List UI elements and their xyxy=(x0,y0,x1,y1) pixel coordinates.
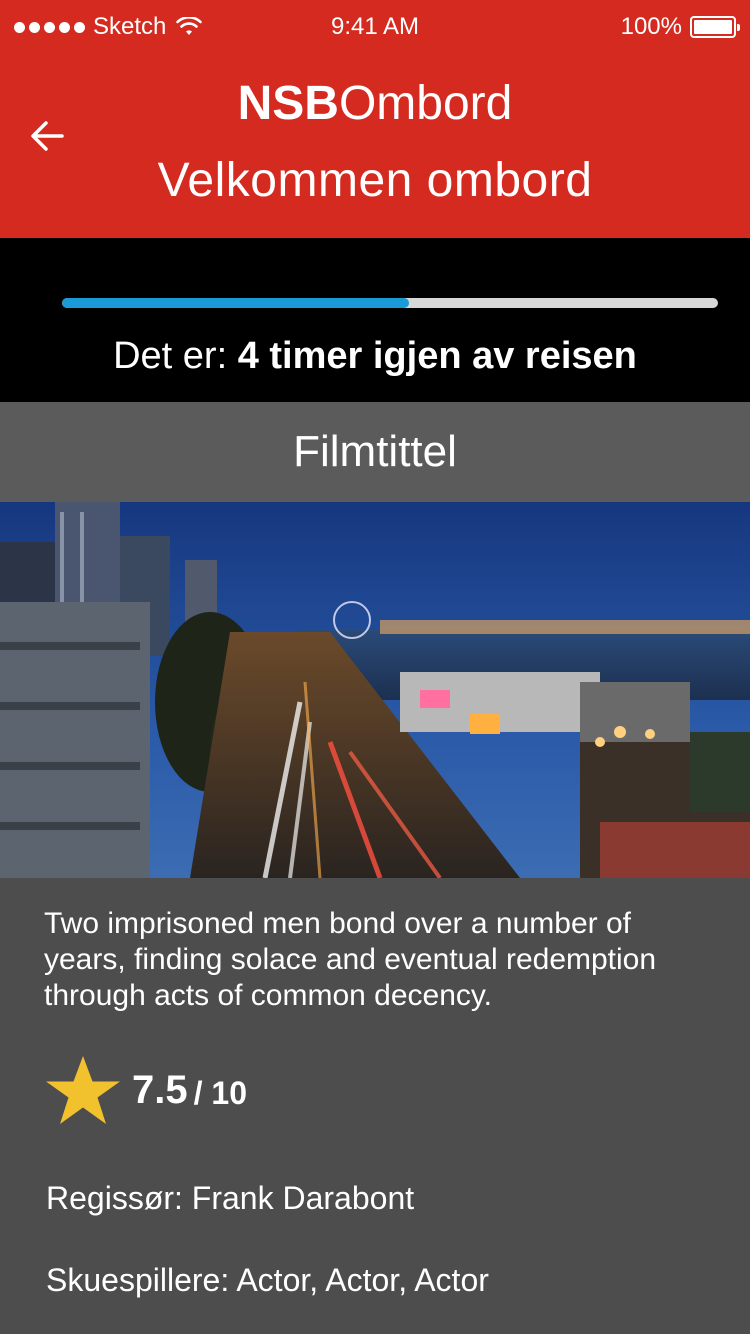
page-subtitle: Velkommen ombord xyxy=(157,154,593,207)
brand-regular: Ombord xyxy=(338,77,513,130)
rating-max: / 10 xyxy=(193,1074,247,1111)
battery-percent: 100% xyxy=(620,13,682,40)
film-description: Two imprisoned men bond over a number of… xyxy=(44,907,657,1012)
app-header: Sketch 9:41 AM 100% NSBOmbord Velkommen … xyxy=(0,0,750,238)
director-name: Frank Darabont xyxy=(191,1180,415,1216)
time-remaining-value: 4 timer igjen av reisen xyxy=(237,335,637,377)
status-right: 100% xyxy=(620,13,740,41)
film-title: Filmtittel xyxy=(0,402,750,502)
film-director: Regissør: Frank Darabont xyxy=(46,1178,414,1218)
battery-icon xyxy=(690,16,740,38)
status-bar: Sketch 9:41 AM 100% xyxy=(0,0,750,54)
brand-bold: NSB xyxy=(237,77,339,130)
journey-progress-fill xyxy=(62,298,410,308)
film-poster-image[interactable] xyxy=(0,502,750,878)
star-icon xyxy=(46,1056,120,1124)
director-label: Regissør: xyxy=(46,1180,192,1216)
journey-progress-bar xyxy=(62,298,718,308)
film-actors: Skuespillere: Actor, Actor, Actor xyxy=(46,1260,489,1300)
actors-label: Skuespillere: xyxy=(46,1262,237,1298)
city-night-photo xyxy=(0,502,750,878)
time-remaining-prefix: Det er: xyxy=(113,335,238,377)
app-title: NSBOmbord xyxy=(0,76,750,132)
journey-progress-panel: Det er: 4 timer igjen av reisen xyxy=(0,238,750,402)
rating-value: 7.5 xyxy=(132,1067,188,1112)
actors-names: Actor, Actor, Actor xyxy=(236,1262,489,1298)
film-rating: 7.5 / 10 xyxy=(44,1050,247,1130)
time-remaining: Det er: 4 timer igjen av reisen xyxy=(0,334,750,378)
